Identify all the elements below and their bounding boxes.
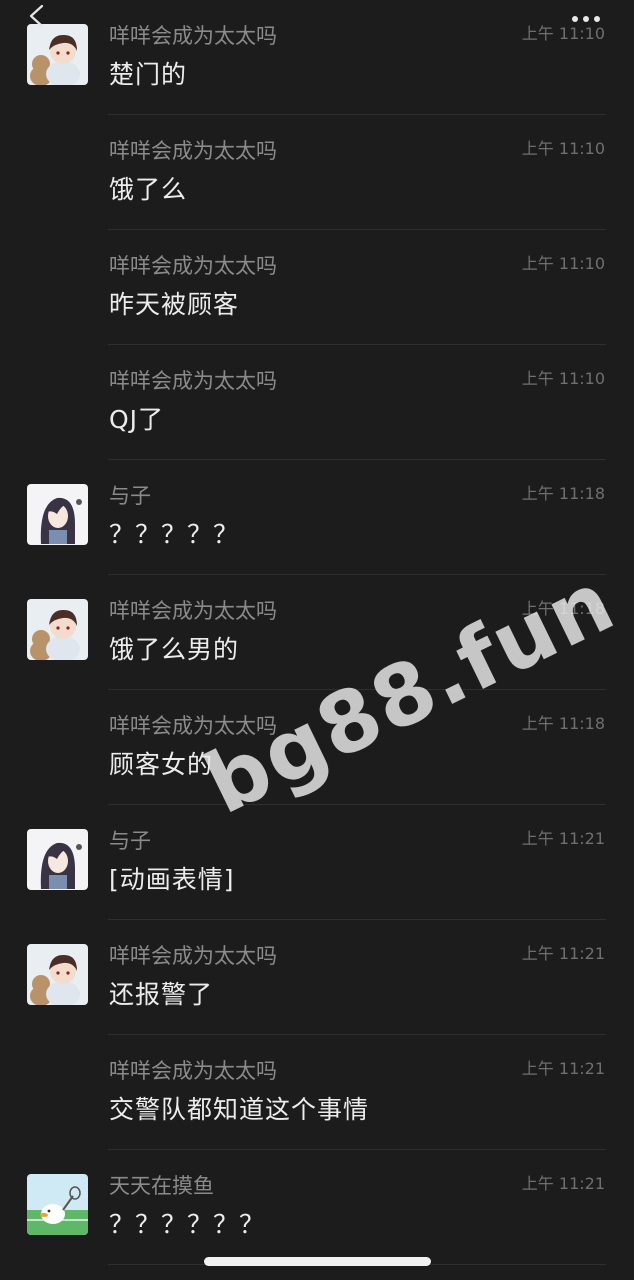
home-indicator[interactable] bbox=[204, 1257, 431, 1266]
message-time: 上午 11:21 bbox=[521, 944, 605, 963]
avatar-boy[interactable] bbox=[27, 944, 88, 1005]
message-text[interactable]: 还报警了 bbox=[109, 975, 213, 1011]
back-chevron-icon[interactable] bbox=[26, 4, 48, 28]
message-text[interactable]: ？？？？？？ bbox=[109, 1205, 265, 1241]
message-item[interactable]: 咩咩会成为太太吗 上午 11:21 交警队都知道这个事情 bbox=[0, 1035, 634, 1150]
more-dot bbox=[594, 16, 600, 22]
sender-name: 天天在摸鱼 bbox=[109, 1174, 214, 1198]
message-item[interactable]: 与子 上午 11:21 [动画表情] bbox=[0, 805, 634, 920]
avatar-duck[interactable] bbox=[27, 1174, 88, 1235]
message-time: 上午 11:10 bbox=[521, 254, 605, 273]
sender-name: 咩咩会成为太太吗 bbox=[109, 944, 277, 968]
message-text[interactable]: QJ了 bbox=[109, 400, 164, 436]
message-item[interactable]: 与子 上午 11:18 ？？？？？ bbox=[0, 460, 634, 575]
sender-name: 与子 bbox=[109, 484, 151, 508]
message-item[interactable]: 咩咩会成为太太吗 上午 11:10 饿了么 bbox=[0, 115, 634, 230]
avatar-boy[interactable] bbox=[27, 599, 88, 660]
sender-name: 咩咩会成为太太吗 bbox=[109, 254, 277, 278]
sender-name: 咩咩会成为太太吗 bbox=[109, 1059, 277, 1083]
message-item[interactable]: 咩咩会成为太太吗 上午 11:21 还报警了 bbox=[0, 920, 634, 1035]
message-time: 上午 11:18 bbox=[521, 714, 605, 733]
more-dots-icon[interactable] bbox=[566, 14, 606, 26]
message-text[interactable]: 昨天被顾客 bbox=[109, 285, 239, 321]
message-time: 上午 11:18 bbox=[521, 484, 605, 503]
message-time: 上午 11:21 bbox=[521, 829, 605, 848]
message-text[interactable]: 饿了么男的 bbox=[109, 630, 239, 666]
message-text[interactable]: ？？？？？ bbox=[109, 515, 239, 551]
message-text[interactable]: [动画表情] bbox=[109, 860, 235, 896]
top-bar bbox=[0, 0, 634, 30]
message-text[interactable]: 交警队都知道这个事情 bbox=[109, 1090, 369, 1126]
avatar-boy[interactable] bbox=[27, 24, 88, 85]
sender-name: 与子 bbox=[109, 829, 151, 853]
message-time: 上午 11:21 bbox=[521, 1174, 605, 1193]
sender-name: 咩咩会成为太太吗 bbox=[109, 599, 277, 623]
message-item[interactable]: 咩咩会成为太太吗 上午 11:10 昨天被顾客 bbox=[0, 230, 634, 345]
message-time: 上午 11:10 bbox=[521, 369, 605, 388]
message-text[interactable]: 楚门的 bbox=[109, 55, 187, 91]
more-dot bbox=[572, 16, 578, 22]
sender-name: 咩咩会成为太太吗 bbox=[109, 139, 277, 163]
message-item[interactable]: 咩咩会成为太太吗 上午 11:10 QJ了 bbox=[0, 345, 634, 460]
avatar-longhair[interactable] bbox=[27, 484, 88, 545]
message-item[interactable]: 天天在摸鱼 上午 11:21 ？？？？？？ bbox=[0, 1150, 634, 1265]
avatar-longhair[interactable] bbox=[27, 829, 88, 890]
message-time: 上午 11:10 bbox=[521, 139, 605, 158]
sender-name: 咩咩会成为太太吗 bbox=[109, 369, 277, 393]
message-text[interactable]: 饿了么 bbox=[109, 170, 187, 206]
message-time: 上午 11:21 bbox=[521, 1059, 605, 1078]
more-dot bbox=[583, 16, 589, 22]
